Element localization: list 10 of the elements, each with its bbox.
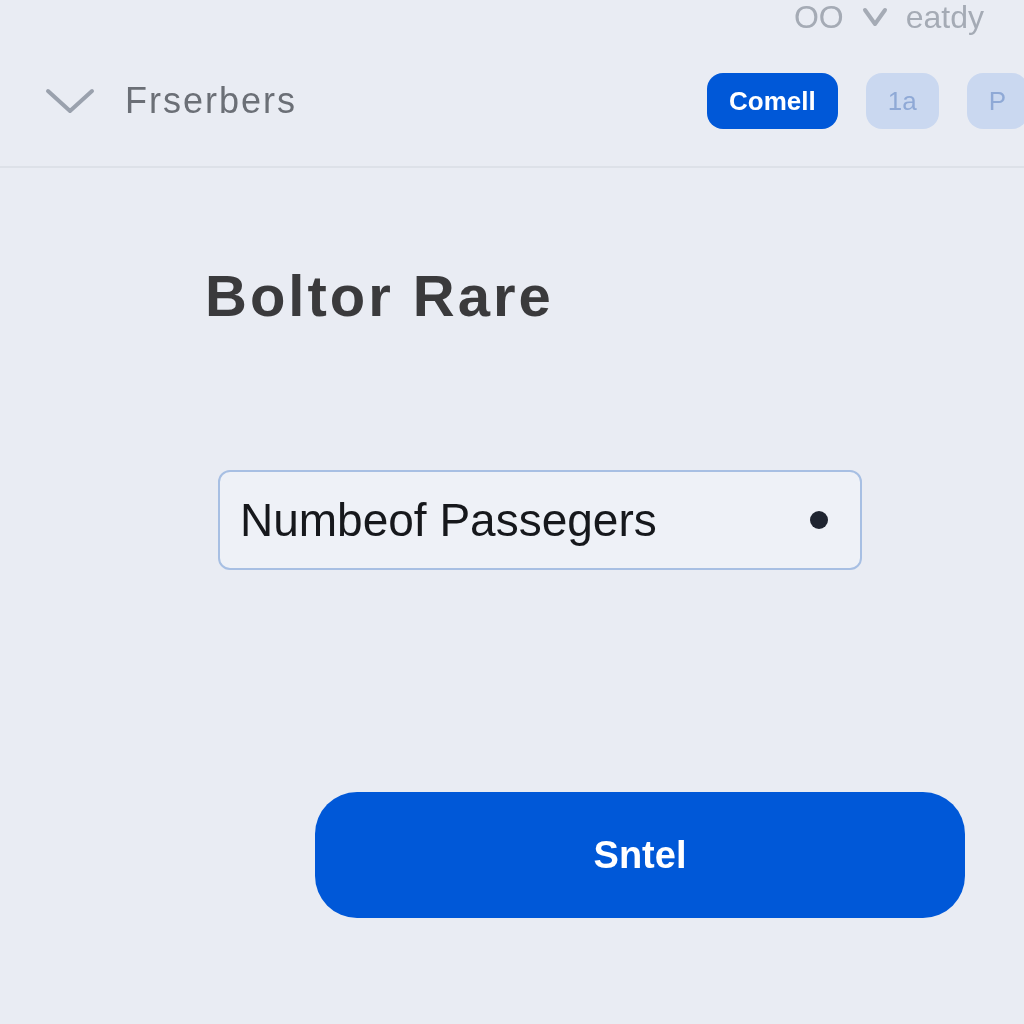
passenger-input[interactable]: Numbeof Passegers	[218, 470, 862, 570]
dot-icon	[810, 511, 828, 529]
tab-pill[interactable]: Comell	[707, 73, 838, 129]
chevron-down-icon	[861, 6, 888, 28]
header-text: OO	[793, 0, 844, 34]
submit-button[interactable]: Sntel	[315, 792, 965, 918]
chevron-down-icon[interactable]	[45, 87, 95, 115]
header-text: eatdy	[905, 0, 984, 34]
form-title: Boltor Rare	[205, 266, 554, 326]
section-title: Frserbers	[125, 79, 298, 123]
